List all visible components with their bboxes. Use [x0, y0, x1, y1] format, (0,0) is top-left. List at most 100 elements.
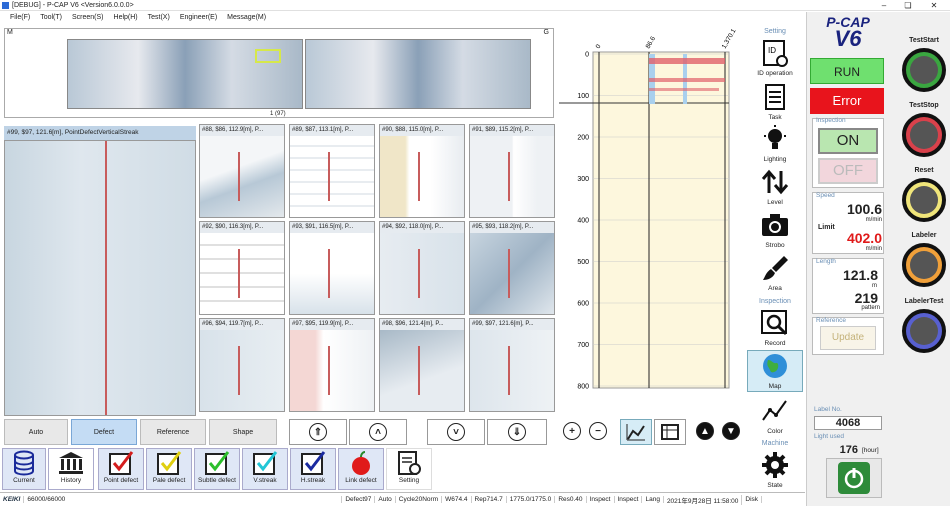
green-check-icon [205, 451, 230, 475]
thumbnail-image [470, 136, 554, 217]
status-bar: KEIKI 66000/66000 Defect97 Auto Cycle20N… [0, 492, 805, 506]
defect-thumbnail[interactable]: #88, $86, 112.9[m], P... [199, 124, 285, 218]
table-view-button[interactable] [654, 419, 686, 445]
scroll-down-button[interactable]: ▼ [719, 419, 743, 443]
map-y-tick: 0 [585, 52, 589, 59]
status-rep: Rep714.7 [472, 496, 507, 503]
menu-bar: File(F) Tool(T) Screen(S) Help(H) Test(X… [0, 11, 800, 24]
error-indicator[interactable]: Error [810, 88, 884, 114]
defect-thumbnail[interactable]: #98, $96, 121.4[m], P... [379, 318, 465, 412]
thumbnail-caption: #91, $89, 115.2[m], P... [470, 125, 554, 136]
tab-shape[interactable]: Shape [209, 419, 277, 445]
thumbnail-image [290, 136, 374, 217]
speed-limit-unit: m/min [865, 246, 882, 252]
chevron-up-icon: ˄ [369, 423, 387, 441]
defect-mark [417, 249, 420, 298]
lamp-label: TestStop [909, 102, 939, 109]
prev-page-button[interactable]: ˄ [349, 419, 407, 445]
defect-thumbnail[interactable]: #95, $93, 118.2[m], P... [469, 221, 555, 315]
defect-mark [417, 152, 420, 201]
defect-mark [327, 346, 330, 395]
menu-engineer[interactable]: Engineer(E) [180, 14, 217, 21]
tab-auto[interactable]: Auto [4, 419, 68, 445]
color-button[interactable]: Color [747, 396, 803, 436]
task-button[interactable]: Task [747, 82, 803, 122]
lamp-button[interactable] [902, 178, 946, 222]
length-header: Length [816, 258, 836, 265]
setting-toolbar-button[interactable]: Setting [386, 448, 432, 490]
defect-thumbnail[interactable]: #96, $94, 119.7[m], P... [199, 318, 285, 412]
subtle-defect-button[interactable]: Subtle defect [194, 448, 240, 490]
update-button[interactable]: Update [820, 326, 876, 350]
minimize-button[interactable]: – [872, 0, 896, 11]
menu-screen[interactable]: Screen(S) [72, 14, 104, 21]
hstreak-button[interactable]: H.streak [290, 448, 336, 490]
lamp-button[interactable] [902, 243, 946, 287]
inspection-off-button[interactable]: OFF [818, 158, 878, 184]
lamp-button[interactable] [902, 113, 946, 157]
defect-thumbnail[interactable]: #91, $89, 115.2[m], P... [469, 124, 555, 218]
last-page-button[interactable]: ⇓ [487, 419, 547, 445]
power-button[interactable] [826, 458, 882, 498]
color-graph-icon [762, 400, 787, 421]
tab-defect[interactable]: Defect [71, 419, 137, 445]
lighting-button[interactable]: Lighting [747, 124, 803, 164]
defect-thumbnail[interactable]: #89, $87, 113.1[m], P... [289, 124, 375, 218]
scroll-up-button[interactable]: ▲ [693, 419, 717, 443]
level-button[interactable]: Level [747, 167, 803, 207]
defect-thumbnail[interactable]: #94, $92, 118.0[m], P... [379, 221, 465, 315]
label-no-value: 4068 [814, 416, 882, 430]
map-y-tick: 100 [577, 93, 589, 100]
setting-section-header: Setting [764, 28, 786, 35]
main-defect-image[interactable] [4, 140, 196, 416]
state-button[interactable]: State [747, 450, 803, 490]
lamp-button[interactable] [902, 48, 946, 92]
maximize-button[interactable]: ❏ [896, 0, 920, 11]
map-button[interactable]: Map [747, 350, 803, 392]
zoom-in-button[interactable]: + [560, 419, 584, 443]
zoom-out-button[interactable]: − [586, 419, 610, 443]
tab-reference[interactable]: Reference [140, 419, 206, 445]
menu-test[interactable]: Test(X) [148, 14, 170, 21]
defect-thumbnail[interactable]: #90, $88, 115.0[m], P... [379, 124, 465, 218]
point-defect-button[interactable]: Point defect [98, 448, 144, 490]
link-defect-label: Link defect [345, 477, 377, 484]
id-operation-button[interactable]: ID ID operation [747, 38, 803, 80]
lamp-button[interactable] [902, 309, 946, 353]
first-page-button[interactable]: ⇑ [289, 419, 347, 445]
table-icon [661, 424, 679, 440]
defect-thumbnail[interactable]: #99, $97, 121.6[m], P... [469, 318, 555, 412]
lamp-center [910, 186, 938, 214]
pale-defect-button[interactable]: Pale defect [146, 448, 192, 490]
defect-thumbnail[interactable]: #92, $90, 116.3[m], P... [199, 221, 285, 315]
link-defect-button[interactable]: Link defect [338, 448, 384, 490]
next-page-button[interactable]: ˅ [427, 419, 485, 445]
map-defect-cluster [649, 78, 725, 82]
current-button[interactable]: Current [2, 448, 46, 490]
menu-message[interactable]: Message(M) [227, 14, 266, 21]
defect-mark [507, 152, 510, 201]
line-graph-button[interactable] [620, 419, 652, 445]
area-button[interactable]: Area [747, 253, 803, 295]
defect-map[interactable]: 0 100 200 300 400 500 600 700 800 0 86.6 1,370.1 [557, 27, 745, 394]
overview-strip[interactable]: M G 1 (97) [4, 28, 554, 118]
thumbnail-image [200, 330, 284, 411]
brand-logo: P-CAP V6 [826, 14, 870, 51]
menu-file[interactable]: File(F) [10, 14, 30, 21]
menu-tool[interactable]: Tool(T) [40, 14, 62, 21]
vstreak-button[interactable]: V.streak [242, 448, 288, 490]
history-button[interactable]: History [48, 448, 94, 490]
paint-brush-icon [763, 256, 788, 280]
light-used-title: Light used [814, 433, 844, 440]
menu-help[interactable]: Help(H) [114, 14, 138, 21]
gear-icon [762, 452, 788, 478]
overview-selection-box[interactable] [255, 49, 281, 63]
lamp-center [910, 317, 938, 345]
strobo-button[interactable]: Strobo [747, 210, 803, 250]
close-button[interactable]: ✕ [922, 0, 946, 11]
lamp-label: TestStart [909, 37, 939, 44]
inspection-on-button[interactable]: ON [818, 128, 878, 154]
defect-thumbnail[interactable]: #97, $95, 119.9[m], P... [289, 318, 375, 412]
defect-thumbnail[interactable]: #93, $91, 116.5[m], P... [289, 221, 375, 315]
record-button[interactable]: Record [747, 308, 803, 348]
